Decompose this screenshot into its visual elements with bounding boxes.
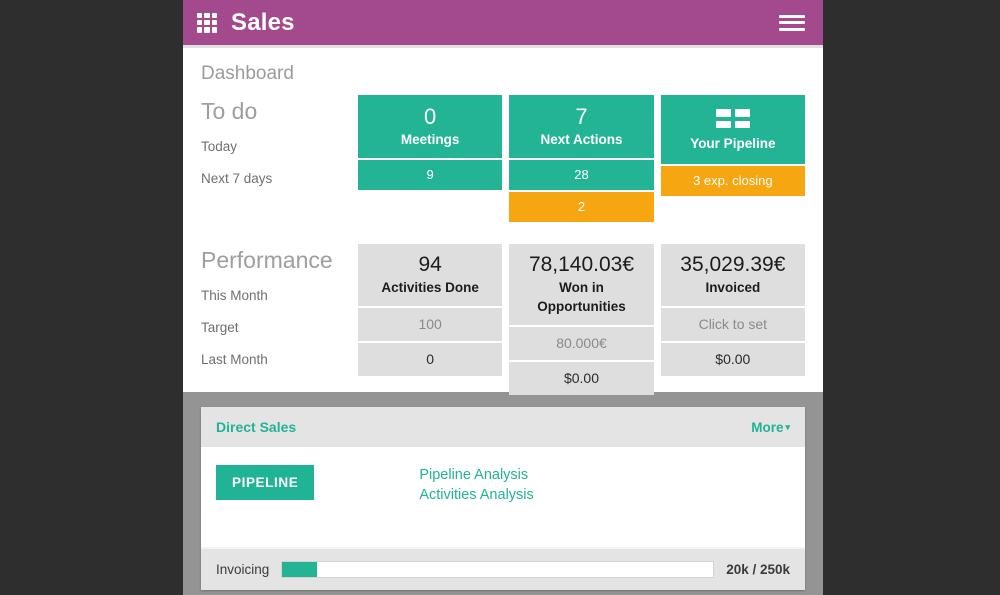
next-actions-overdue-value[interactable]: 2	[509, 192, 653, 222]
invoicing-value: 20k / 250k	[726, 562, 790, 577]
activities-done-cell[interactable]: 94 Activities Done	[358, 244, 502, 308]
app-title: Sales	[231, 9, 779, 37]
todo-tiles: 0 Meetings 9 7 Next Actions 28 2	[358, 95, 805, 222]
breadcrumb: Dashboard	[201, 63, 805, 85]
your-pipeline-closing-badge[interactable]: 3 exp. closing	[661, 166, 805, 196]
next-actions-caption: Next Actions	[513, 130, 649, 149]
invoiced-cell[interactable]: 35,029.39€ Invoiced	[661, 244, 805, 308]
your-pipeline-tile[interactable]: Your Pipeline	[661, 95, 805, 164]
invoicing-label: Invoicing	[216, 562, 269, 577]
direct-sales-card-body: PIPELINE Pipeline Analysis Activities An…	[201, 447, 805, 547]
your-pipeline-caption: Your Pipeline	[690, 136, 775, 152]
activities-done-caption: Activities Done	[362, 278, 498, 297]
won-opportunities-last-month[interactable]: $0.00	[509, 362, 653, 395]
meetings-caption: Meetings	[362, 130, 498, 149]
todo-tile-meetings: 0 Meetings 9	[358, 95, 502, 222]
next-actions-tile[interactable]: 7 Next Actions	[509, 95, 653, 158]
todo-tile-your-pipeline: Your Pipeline 3 exp. closing	[661, 95, 805, 222]
meetings-tile[interactable]: 0 Meetings	[358, 95, 502, 158]
perf-row-label-last-month: Last Month	[201, 344, 358, 376]
app-bar: Sales	[183, 0, 823, 45]
activities-done-value: 94	[362, 252, 498, 278]
direct-sales-card-footer: Invoicing 20k / 250k	[201, 547, 805, 590]
todo-tile-next-actions: 7 Next Actions 28 2	[509, 95, 653, 222]
invoicing-progress-bar[interactable]	[281, 561, 714, 578]
dashboard-panel: Dashboard To do Today Next 7 days 0 Meet…	[183, 45, 823, 392]
link-pipeline-analysis[interactable]: Pipeline Analysis	[419, 467, 533, 483]
invoiced-last-month[interactable]: $0.00	[661, 343, 805, 376]
direct-sales-card-header: Direct Sales More▾	[201, 407, 805, 447]
todo-labels: To do Today Next 7 days	[201, 95, 358, 195]
more-label: More	[751, 420, 783, 435]
apps-grid-icon[interactable]	[197, 13, 217, 33]
won-opportunities-target[interactable]: 80.000€	[509, 327, 653, 362]
pipeline-button[interactable]: PIPELINE	[216, 465, 314, 500]
next-actions-next7-value[interactable]: 28	[509, 160, 653, 190]
todo-section: To do Today Next 7 days 0 Meetings 9	[201, 95, 805, 222]
perf-col-invoiced: 35,029.39€ Invoiced Click to set $0.00	[661, 244, 805, 395]
hamburger-menu-icon[interactable]	[779, 13, 805, 33]
device-viewport: Sales Dashboard To do Today Next 7 days	[183, 0, 823, 595]
perf-col-won-in-opportunities: 78,140.03€ Won in Opportunities 80.000€ …	[509, 244, 653, 395]
app-bar-shadow	[183, 45, 823, 48]
direct-sales-card: Direct Sales More▾ PIPELINE Pipeline Ana…	[201, 407, 805, 590]
perf-col-activities-done: 94 Activities Done 100 0	[358, 244, 502, 395]
screenshot-root: Sales Dashboard To do Today Next 7 days	[0, 0, 1000, 595]
invoiced-target-click-to-set[interactable]: Click to set	[661, 308, 805, 343]
chevron-down-icon: ▾	[785, 422, 790, 432]
todo-row-label-today: Today	[201, 131, 358, 163]
perf-row-label-target: Target	[201, 312, 358, 344]
won-opportunities-caption: Won in Opportunities	[513, 278, 649, 316]
performance-labels: Performance This Month Target Last Month	[201, 244, 358, 376]
performance-section: Performance This Month Target Last Month…	[201, 244, 805, 395]
next-actions-value: 7	[513, 104, 649, 130]
perf-row-label-this-month: This Month	[201, 280, 358, 312]
more-dropdown[interactable]: More▾	[751, 420, 790, 435]
direct-sales-title: Direct Sales	[216, 419, 296, 435]
won-opportunities-value: 78,140.03€	[513, 252, 649, 278]
lower-grey-area: Direct Sales More▾ PIPELINE Pipeline Ana…	[183, 392, 823, 595]
performance-section-title: Performance	[201, 246, 358, 274]
activities-done-last-month[interactable]: 0	[358, 343, 502, 376]
todo-section-title: To do	[201, 97, 358, 125]
invoiced-value: 35,029.39€	[665, 252, 801, 278]
pipeline-quad-icon	[716, 109, 750, 128]
meetings-value: 0	[362, 104, 498, 130]
invoiced-caption: Invoiced	[665, 278, 801, 297]
activities-done-target[interactable]: 100	[358, 308, 502, 343]
performance-columns: 94 Activities Done 100 0 78,140.03€ Won …	[358, 244, 805, 395]
todo-row-label-next7: Next 7 days	[201, 163, 358, 195]
won-opportunities-cell[interactable]: 78,140.03€ Won in Opportunities	[509, 244, 653, 327]
analysis-links: Pipeline Analysis Activities Analysis	[419, 465, 533, 527]
link-activities-analysis[interactable]: Activities Analysis	[419, 487, 533, 503]
invoicing-progress-fill	[282, 562, 316, 577]
meetings-next7-value[interactable]: 9	[358, 160, 502, 190]
